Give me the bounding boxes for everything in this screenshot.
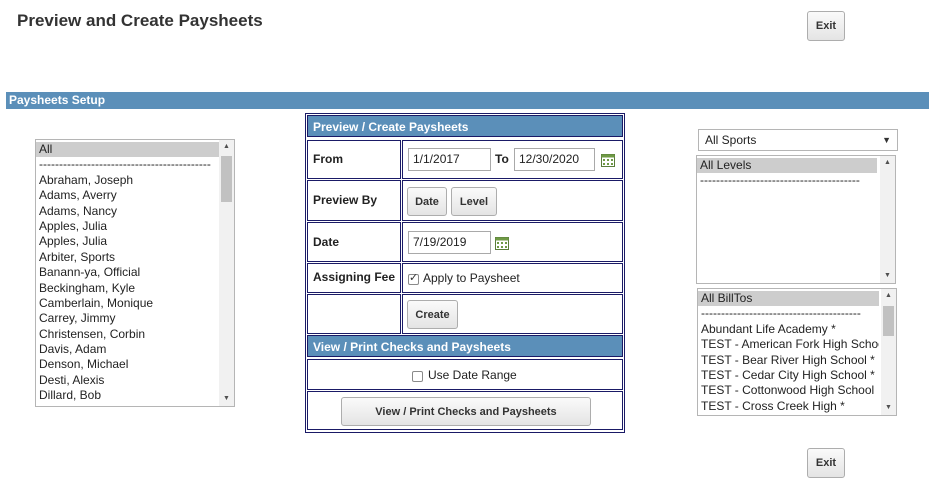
- list-item[interactable]: Abundant Life Academy *: [698, 322, 879, 337]
- paysheets-setup-bar: Paysheets Setup: [6, 92, 929, 109]
- billtos-scrollbar[interactable]: ▲ ▼: [881, 289, 896, 415]
- exit-button-bottom[interactable]: Exit: [807, 448, 845, 478]
- list-item[interactable]: Arbiter, Sports: [36, 250, 219, 265]
- exit-button-top[interactable]: Exit: [807, 11, 845, 41]
- list-item[interactable]: Dillard, Bob: [36, 388, 219, 403]
- list-item[interactable]: Denson, Michael: [36, 357, 219, 372]
- apply-to-paysheet-checkbox[interactable]: [408, 271, 419, 285]
- from-date-input[interactable]: 1/1/2017: [408, 148, 491, 171]
- scroll-down-icon[interactable]: ▼: [880, 269, 895, 283]
- list-item[interactable]: TEST - Cottonwood High School: [698, 383, 879, 398]
- list-item[interactable]: Davis, Adam: [36, 342, 219, 357]
- list-item[interactable]: Beckingham, Kyle: [36, 281, 219, 296]
- from-label-cell: From: [307, 140, 401, 179]
- assigning-fee-cell: Apply to Paysheet: [402, 263, 623, 293]
- preview-by-cell: Date Level: [402, 180, 623, 221]
- create-button[interactable]: Create: [407, 300, 458, 329]
- sports-select[interactable]: All Sports ▼: [698, 129, 898, 151]
- date-input-cell: 7/19/2019: [402, 222, 623, 262]
- create-cell: Create: [402, 294, 623, 334]
- list-item[interactable]: Banann-ya, Official: [36, 265, 219, 280]
- list-item[interactable]: ----------------------------------------: [697, 173, 877, 188]
- list-item[interactable]: Adams, Averry: [36, 188, 219, 203]
- date-input[interactable]: 7/19/2019: [408, 231, 491, 254]
- assigning-fee-label: Assigning Fee: [313, 270, 396, 284]
- list-item[interactable]: Desti, Alexis: [36, 373, 219, 388]
- billtos-options: All BillTos -----------------------------…: [698, 289, 879, 414]
- use-date-range-label: Use Date Range: [428, 368, 517, 382]
- officials-options: All -------------------------------------…: [36, 140, 219, 404]
- list-item[interactable]: All BillTos: [698, 291, 879, 307]
- levels-options: All Levels ------------------------------…: [697, 156, 877, 189]
- list-item[interactable]: Apples, Julia: [36, 219, 219, 234]
- preview-by-level-button[interactable]: Level: [451, 187, 497, 216]
- from-label: From: [313, 152, 343, 166]
- list-item[interactable]: TEST - Cedar City High School *: [698, 368, 879, 383]
- list-item[interactable]: Abraham, Joseph: [36, 173, 219, 188]
- scroll-thumb[interactable]: [883, 306, 894, 336]
- create-empty-cell: [307, 294, 401, 334]
- list-item[interactable]: TEST - American Fork High School: [698, 337, 879, 352]
- list-item[interactable]: Christensen, Corbin: [36, 327, 219, 342]
- assigning-fee-label-cell: Assigning Fee: [307, 263, 401, 293]
- sports-select-value: All Sports: [705, 133, 757, 147]
- view-print-button[interactable]: View / Print Checks and Paysheets: [341, 397, 591, 426]
- officials-scrollbar[interactable]: ▲ ▼: [219, 140, 234, 406]
- preview-by-label: Preview By: [313, 193, 378, 207]
- levels-scrollbar[interactable]: ▲ ▼: [880, 156, 895, 283]
- scroll-up-icon[interactable]: ▲: [880, 156, 895, 170]
- preview-by-label-cell: Preview By: [307, 180, 401, 221]
- list-item[interactable]: All Levels: [697, 158, 877, 174]
- caret-down-icon: ▼: [882, 135, 891, 145]
- scroll-up-icon[interactable]: ▲: [219, 140, 234, 154]
- view-print-cell: View / Print Checks and Paysheets: [307, 391, 623, 430]
- levels-listbox[interactable]: All Levels ------------------------------…: [696, 155, 896, 284]
- use-date-range-checkbox[interactable]: [412, 371, 423, 382]
- view-print-header: View / Print Checks and Paysheets: [307, 335, 623, 357]
- from-input-cell: 1/1/2017 To 12/30/2020: [402, 140, 623, 179]
- list-item[interactable]: TEST - Cross Creek High *: [698, 399, 879, 414]
- scroll-up-icon[interactable]: ▲: [881, 289, 896, 303]
- apply-to-paysheet-label: Apply to Paysheet: [423, 271, 520, 285]
- calendar-icon[interactable]: [601, 153, 615, 167]
- scroll-down-icon[interactable]: ▼: [881, 401, 896, 415]
- calendar-icon[interactable]: [495, 236, 509, 250]
- use-date-range-cell: Use Date Range: [307, 359, 623, 390]
- list-item[interactable]: Adams, Nancy: [36, 204, 219, 219]
- preview-by-date-button[interactable]: Date: [407, 187, 447, 216]
- date-label: Date: [313, 235, 340, 249]
- scroll-down-icon[interactable]: ▼: [219, 392, 234, 406]
- scroll-thumb[interactable]: [221, 156, 232, 202]
- list-item[interactable]: Apples, Julia: [36, 234, 219, 249]
- list-item[interactable]: Carrey, Jimmy: [36, 311, 219, 326]
- officials-listbox[interactable]: All -------------------------------------…: [35, 139, 235, 407]
- billtos-listbox[interactable]: All BillTos -----------------------------…: [697, 288, 897, 416]
- list-item[interactable]: Camberlain, Monique: [36, 296, 219, 311]
- preview-create-panel: Preview / Create Paysheets From 1/1/2017…: [305, 113, 625, 433]
- list-item[interactable]: ----------------------------------------…: [36, 157, 219, 172]
- to-date-input[interactable]: 12/30/2020: [514, 148, 595, 171]
- preview-create-header: Preview / Create Paysheets: [307, 115, 623, 137]
- list-item[interactable]: ----------------------------------------: [698, 306, 879, 321]
- list-item[interactable]: All: [36, 142, 219, 158]
- list-item[interactable]: TEST - Bear River High School *: [698, 353, 879, 368]
- date-label-cell: Date: [307, 222, 401, 262]
- page-title: Preview and Create Paysheets: [17, 11, 263, 30]
- to-label: To: [495, 152, 509, 166]
